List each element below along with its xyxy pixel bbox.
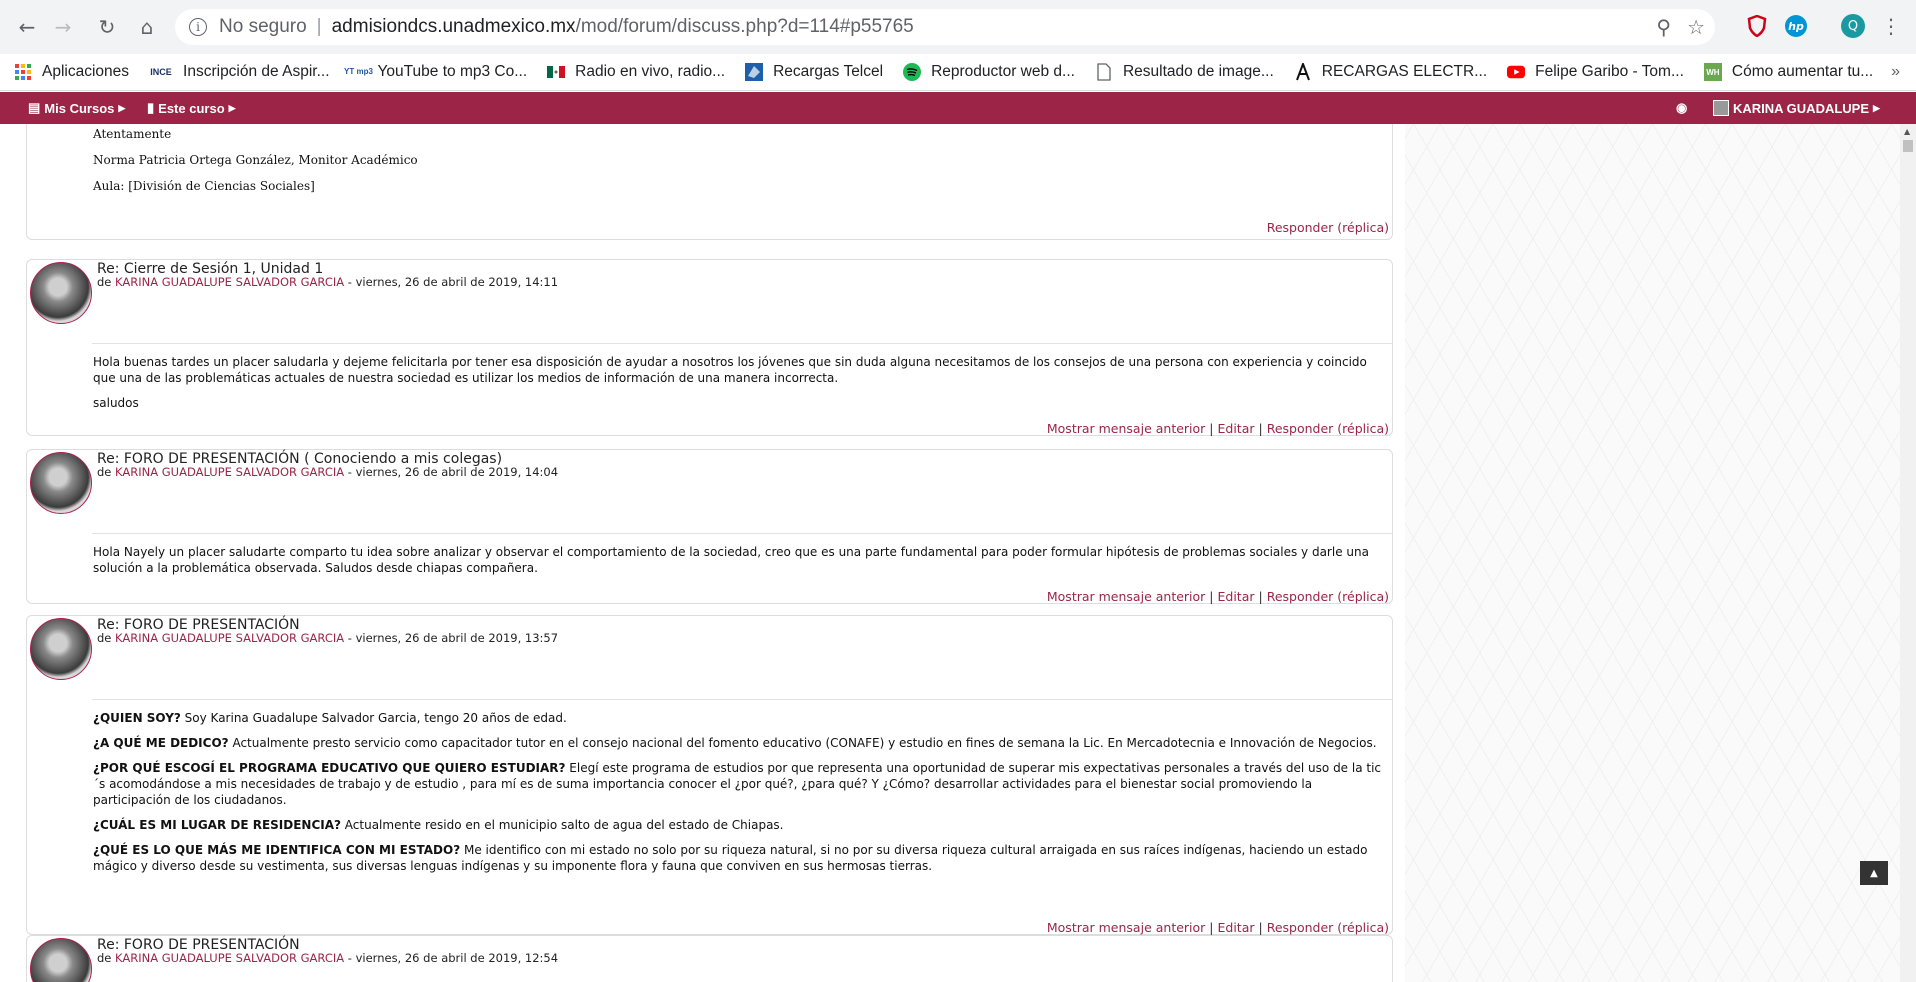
forum-post: Re: Cierre de Sesión 1, Unidad 1 de KARI… <box>26 259 1393 436</box>
avatar[interactable] <box>30 618 92 680</box>
info-icon[interactable]: i <box>189 18 207 36</box>
page-content: Atentamente Norma Patricia Ortega Gonzál… <box>0 124 1916 982</box>
divider <box>92 343 1392 344</box>
hp-extension-icon[interactable]: hp <box>1783 13 1809 39</box>
forum-post: Re: FORO DE PRESENTACIÓN ( Conociendo a … <box>26 449 1393 604</box>
security-status: No seguro <box>219 16 307 37</box>
post-actions: Mostrar mensaje anterior | Editar | Resp… <box>1046 421 1389 436</box>
telcel-icon <box>745 63 764 81</box>
avatar[interactable] <box>30 452 92 514</box>
url-path: /mod/forum/discuss.php?d=114#p55765 <box>575 16 914 37</box>
edit-link[interactable]: Editar <box>1218 920 1255 935</box>
scrollbar[interactable]: ▲ <box>1900 124 1916 982</box>
post-body: ¿QUIEN SOY? Soy Karina Guadalupe Salvado… <box>93 711 1382 873</box>
bookmark-felipe-garibo[interactable]: Felipe Garibo - Tom... <box>1507 63 1684 81</box>
bookmark-radio[interactable]: Radio en vivo, radio... <box>547 63 725 81</box>
star-bookmark-icon[interactable]: ☆ <box>1687 15 1705 40</box>
more-bookmarks-icon[interactable]: » <box>1891 63 1900 81</box>
home-icon[interactable]: ⌂ <box>132 12 162 42</box>
reply-link[interactable]: Responder (réplica) <box>1267 421 1389 436</box>
reload-icon[interactable]: ↻ <box>92 12 122 42</box>
target-icon[interactable]: ◉ <box>1676 100 1687 116</box>
post-date: - viernes, 26 de abril de 2019, 12:54 <box>344 951 559 965</box>
caret-right-icon: ▶ <box>118 102 126 113</box>
reply-link[interactable]: Responder (réplica) <box>1267 589 1389 604</box>
forum-post: Re: FORO DE PRESENTACIÓN de KARINA GUADA… <box>26 935 1393 982</box>
bookmark-inscripcion[interactable]: INCE Inscripción de Aspir... <box>149 63 329 81</box>
author-link[interactable]: KARINA GUADALUPE SALVADOR GARCIA <box>115 465 344 479</box>
edit-link[interactable]: Editar <box>1218 421 1255 436</box>
divider <box>92 533 1392 534</box>
divider <box>92 699 1392 700</box>
post-aula: Aula: [División de Ciencias Sociales] <box>93 179 315 193</box>
forum-post: Re: FORO DE PRESENTACIÓN de KARINA GUADA… <box>26 615 1393 935</box>
svg-text:hp: hp <box>1788 20 1804 33</box>
bookmark-spotify[interactable]: Reproductor web d... <box>903 63 1075 81</box>
profile-avatar[interactable]: Q <box>1840 13 1866 39</box>
back-to-top-button[interactable]: ▲ <box>1860 861 1888 885</box>
ince-icon: INCE <box>150 67 172 77</box>
briefcase-icon: ▤ <box>28 100 41 115</box>
scrollbar-thumb[interactable] <box>1903 140 1913 152</box>
forum-post-partial: Atentamente Norma Patricia Ortega Gonzál… <box>26 124 1393 240</box>
bookmark-recargas[interactable]: RECARGAS ELECTR... <box>1294 63 1487 81</box>
apps-grid-icon <box>14 63 32 81</box>
address-bar[interactable]: i No seguro | admisiondcs.unadmexico.mx /… <box>175 9 1715 45</box>
show-previous-link[interactable]: Mostrar mensaje anterior <box>1047 589 1205 604</box>
bookmarks-bar: Aplicaciones INCE Inscripción de Aspir..… <box>0 54 1916 91</box>
youtube-icon <box>1507 63 1526 81</box>
book-icon: ▮ <box>147 100 155 115</box>
post-date: - viernes, 26 de abril de 2019, 14:11 <box>344 275 559 289</box>
caret-right-icon: ▶ <box>1873 102 1880 113</box>
post-body: Hola buenas tardes un placer saludarla y… <box>93 355 1367 410</box>
author-link[interactable]: KARINA GUADALUPE SALVADOR GARCIA <box>115 951 344 965</box>
wh-icon: WH <box>1703 63 1722 81</box>
bookmark-telcel[interactable]: Recargas Telcel <box>745 63 883 81</box>
post-body: Hola Nayely un placer saludarte comparto… <box>93 545 1369 575</box>
edit-link[interactable]: Editar <box>1218 589 1255 604</box>
este-curso-menu[interactable]: ▮ Este curso ▶ <box>147 100 236 116</box>
show-previous-link[interactable]: Mostrar mensaje anterior <box>1047 920 1205 935</box>
author-link[interactable]: KARINA GUADALUPE SALVADOR GARCIA <box>115 631 344 645</box>
back-arrow-icon[interactable]: ← <box>12 12 42 42</box>
bookmark-youtube-mp3[interactable]: YT mp3 YouTube to mp3 Co... <box>344 63 527 81</box>
forward-arrow-icon[interactable]: → <box>48 12 78 42</box>
avatar <box>1713 100 1729 116</box>
post-date: - viernes, 26 de abril de 2019, 13:57 <box>344 631 559 645</box>
post-actions: Mostrar mensaje anterior | Editar | Resp… <box>1046 920 1389 935</box>
caret-right-icon: ▶ <box>228 102 236 113</box>
reply-link[interactable]: Responder (réplica) <box>1267 920 1389 935</box>
kebab-menu-icon[interactable]: ⋮ <box>1878 13 1904 39</box>
mexico-flag-icon <box>547 63 566 81</box>
post-signature: Norma Patricia Ortega González, Monitor … <box>93 153 418 167</box>
post-actions: Mostrar mensaje anterior | Editar | Resp… <box>1046 589 1389 604</box>
zoom-icon[interactable]: ⚲ <box>1656 15 1671 40</box>
post-date: - viernes, 26 de abril de 2019, 14:04 <box>344 465 559 479</box>
scroll-up-icon[interactable]: ▲ <box>1904 127 1910 136</box>
author-link[interactable]: KARINA GUADALUPE SALVADOR GARCIA <box>115 275 344 289</box>
spotify-icon <box>903 63 922 81</box>
bookmark-aplicaciones[interactable]: Aplicaciones <box>14 63 129 81</box>
shield-extension-icon[interactable] <box>1744 13 1770 39</box>
recargas-icon <box>1294 63 1312 81</box>
user-menu[interactable]: KARINA GUADALUPE ▶ <box>1713 100 1880 116</box>
post-closing: Atentamente <box>93 127 172 141</box>
browser-toolbar: ← → ↻ ⌂ i No seguro | admisiondcs.unadme… <box>0 0 1916 54</box>
show-previous-link[interactable]: Mostrar mensaje anterior <box>1047 421 1205 436</box>
side-panel <box>1405 124 1900 982</box>
bookmark-resultado[interactable]: Resultado de image... <box>1095 63 1274 81</box>
document-icon <box>1095 63 1113 81</box>
bookmark-como-aumentar[interactable]: WH Cómo aumentar tu... <box>1703 63 1873 81</box>
ytmp3-icon: YT mp3 <box>344 67 373 76</box>
url-host: admisiondcs.unadmexico.mx <box>331 16 576 37</box>
mis-cursos-menu[interactable]: ▤ Mis Cursos ▶ <box>28 100 125 116</box>
avatar[interactable] <box>30 262 92 324</box>
site-navbar: ▤ Mis Cursos ▶ ▮ Este curso ▶ ◉ KARINA G… <box>0 92 1916 124</box>
avatar[interactable] <box>30 938 92 982</box>
reply-link[interactable]: Responder (réplica) <box>1267 220 1389 235</box>
